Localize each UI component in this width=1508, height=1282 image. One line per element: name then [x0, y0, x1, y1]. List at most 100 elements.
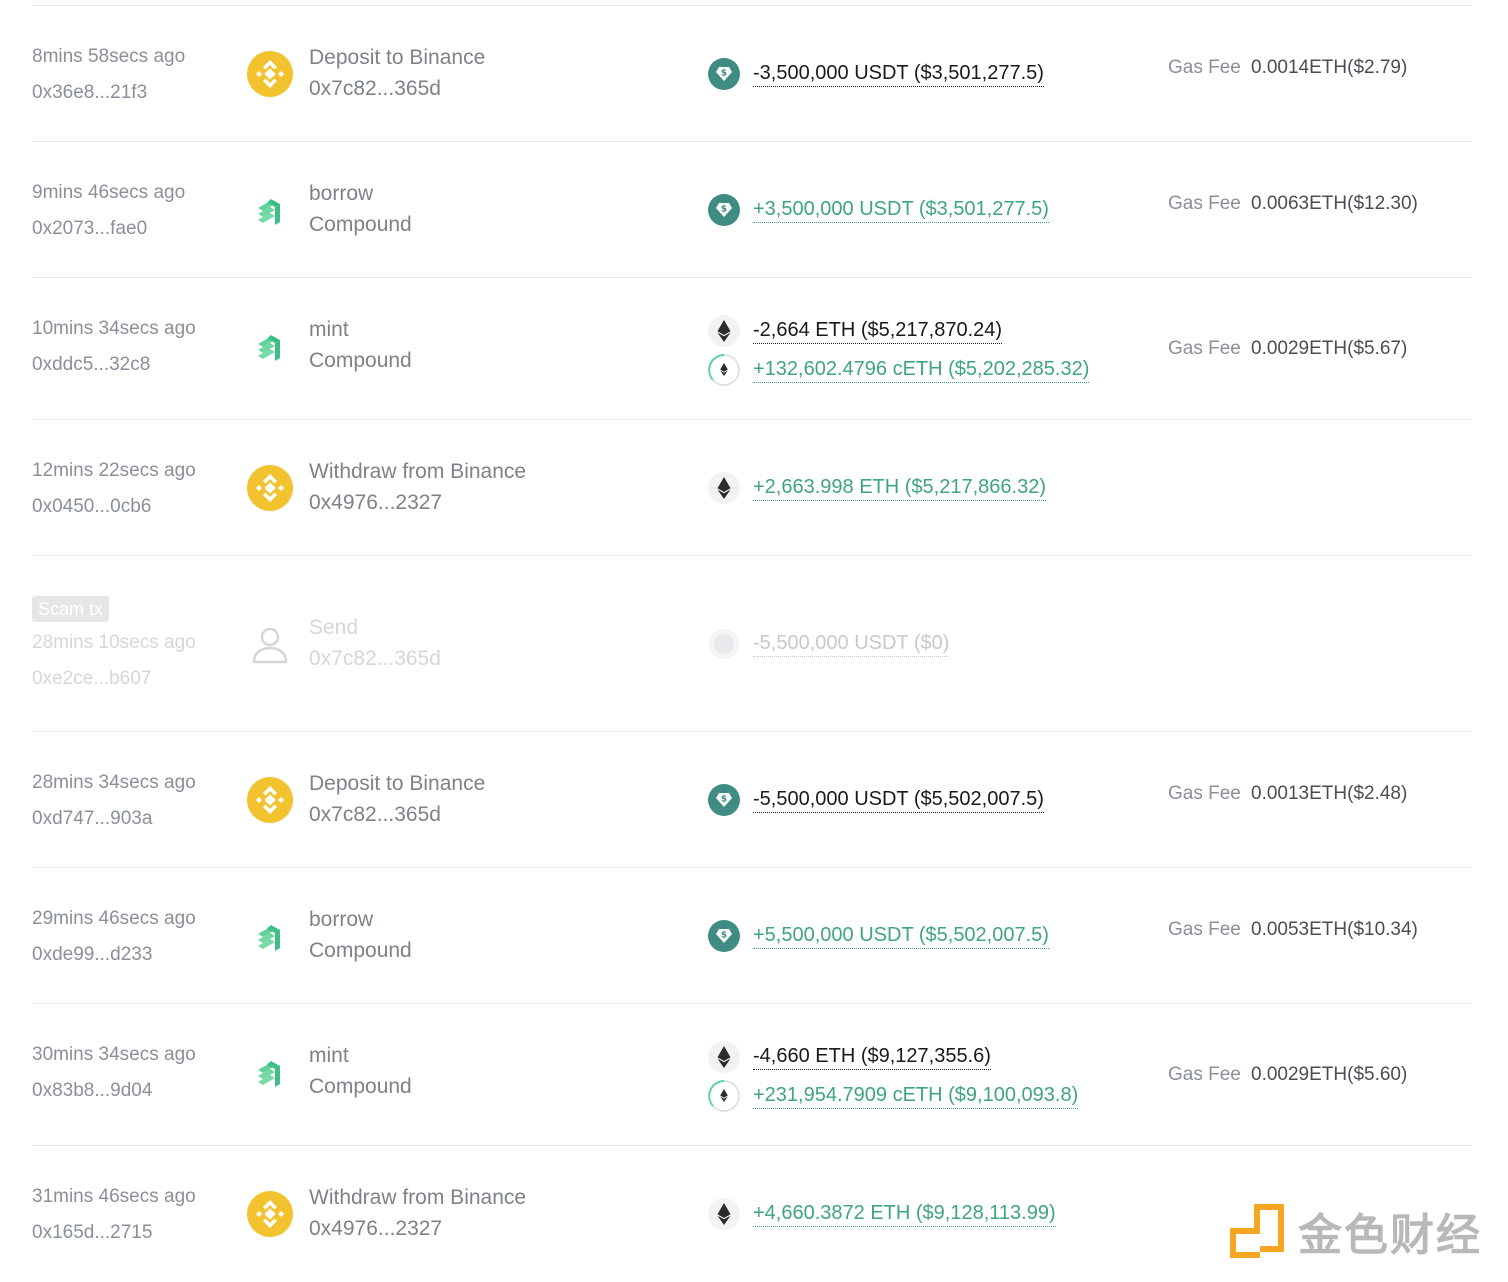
- tx-counterparty[interactable]: 0x7c82...365d: [309, 647, 441, 671]
- tx-hash-link[interactable]: 0x165d...2715: [32, 1222, 152, 1244]
- eth-icon: [708, 1041, 740, 1073]
- token-amount-value[interactable]: +5,500,000 USDT ($5,502,007.5): [753, 923, 1049, 949]
- gas-fee-value: 0.0013ETH($2.48): [1251, 783, 1408, 804]
- token-amount-value[interactable]: -3,500,000 USDT ($3,501,277.5): [753, 61, 1044, 87]
- gas-fee-value: 0.0029ETH($5.60): [1251, 1064, 1408, 1085]
- ceth-icon: [708, 354, 740, 386]
- user-icon: [252, 627, 288, 664]
- usdt-icon: $: [708, 58, 740, 90]
- eth-icon: [708, 1198, 740, 1230]
- compound-icon: [258, 1061, 280, 1087]
- tx-hash-link[interactable]: 0x0450...0cb6: [32, 496, 151, 518]
- eth-icon: [708, 472, 740, 504]
- tx-hash-link[interactable]: 0x2073...fae0: [32, 218, 147, 240]
- tx-hash-link[interactable]: 0x36e8...21f3: [32, 82, 147, 104]
- eth-icon: [708, 315, 740, 347]
- tx-hash-link[interactable]: 0xd747...903a: [32, 808, 152, 830]
- token-amount[interactable]: $ -3,500,000 USDT ($3,501,277.5): [708, 58, 1044, 90]
- ceth-icon: [708, 1080, 740, 1112]
- jinse-logo-icon: [1230, 1204, 1284, 1258]
- tx-counterparty: Compound: [309, 939, 412, 962]
- tx-action: mint: [309, 318, 349, 341]
- protocol-icon-wrap: [246, 464, 294, 512]
- gas-fee-label: Gas Fee: [1168, 57, 1241, 78]
- token-amount-value[interactable]: -4,660 ETH ($9,127,355.6): [753, 1044, 991, 1070]
- tx-action: borrow: [309, 182, 374, 205]
- tx-counterparty: Compound: [309, 1075, 412, 1098]
- gas-fee-value: 0.0053ETH($10.34): [1251, 919, 1418, 940]
- token-amount[interactable]: -5,500,000 USDT ($0): [708, 628, 950, 660]
- gas-fee-value: 0.0029ETH($5.67): [1251, 338, 1408, 359]
- tx-action: Deposit to Binance: [309, 46, 486, 69]
- gas-fee-label: Gas Fee: [1168, 919, 1241, 940]
- gas-fee-label: Gas Fee: [1168, 193, 1241, 214]
- token-amount[interactable]: $ -5,500,000 USDT ($5,502,007.5): [708, 784, 1044, 816]
- binance-icon: [247, 51, 293, 97]
- tx-counterparty: Compound: [309, 349, 412, 372]
- tx-time: 8mins 58secs ago: [32, 46, 186, 67]
- protocol-icon-wrap: [246, 1048, 294, 1096]
- tx-hash-link[interactable]: 0xe2ce...b607: [32, 668, 151, 690]
- token-amount[interactable]: -2,664 ETH ($5,217,870.24): [708, 315, 1003, 347]
- token-amount-value[interactable]: -2,664 ETH ($5,217,870.24): [753, 318, 1003, 344]
- transaction-row[interactable]: 9mins 46secs ago 0x2073...fae0 borrow Comp…: [32, 142, 1472, 278]
- protocol-icon-wrap: [246, 50, 294, 98]
- svg-text:$: $: [721, 69, 727, 79]
- token-amount-value[interactable]: +231,954.7909 cETH ($9,100,093.8): [753, 1083, 1079, 1109]
- transaction-row[interactable]: 29mins 46secs ago 0xde99...d233 borrow Com…: [32, 868, 1472, 1004]
- token-amount-value[interactable]: -5,500,000 USDT ($0): [753, 631, 950, 657]
- watermark: 金色财经: [1230, 1204, 1496, 1261]
- token-amount[interactable]: +132,602.4796 cETH ($5,202,285.32): [708, 354, 1090, 386]
- tx-time: 30mins 34secs ago: [32, 1044, 196, 1065]
- transaction-list: 8mins 58secs ago 0x36e8...21f3 Deposit to…: [32, 5, 1472, 1282]
- gas-fee-value: 0.0063ETH($12.30): [1251, 193, 1418, 214]
- tx-counterparty[interactable]: 0x7c82...365d: [309, 803, 441, 827]
- token-amount-value[interactable]: -5,500,000 USDT ($5,502,007.5): [753, 787, 1044, 813]
- gas-fee-value: 0.0014ETH($2.79): [1251, 57, 1408, 78]
- transaction-row[interactable]: 8mins 58secs ago 0x36e8...21f3 Deposit to…: [32, 6, 1472, 142]
- unknown-token-icon: [709, 629, 739, 659]
- tx-counterparty: Compound: [309, 213, 412, 236]
- transaction-row[interactable]: Scam tx 28mins 10secs ago 0xe2ce...b607 Se…: [32, 556, 1472, 732]
- binance-icon: [247, 1191, 293, 1237]
- tx-counterparty[interactable]: 0x4976...2327: [309, 1217, 442, 1241]
- token-amount-value[interactable]: +3,500,000 USDT ($3,501,277.5): [753, 197, 1049, 223]
- transaction-row[interactable]: 28mins 34secs ago 0xd747...903a Deposit t…: [32, 732, 1472, 868]
- tx-counterparty[interactable]: 0x7c82...365d: [309, 77, 441, 101]
- compound-icon: [258, 335, 280, 361]
- token-amount-value[interactable]: +4,660.3872 ETH ($9,128,113.99): [753, 1201, 1056, 1227]
- tx-hash-link[interactable]: 0xddc5...32c8: [32, 354, 150, 376]
- tx-hash-link[interactable]: 0xde99...d233: [32, 944, 152, 966]
- usdt-icon: $: [708, 784, 740, 816]
- protocol-icon-wrap: [246, 186, 294, 234]
- tx-action: Withdraw from Binance: [309, 1186, 527, 1209]
- tx-hash-link[interactable]: 0x83b8...9d04: [32, 1080, 152, 1102]
- token-amount-value[interactable]: +2,663.998 ETH ($5,217,866.32): [753, 475, 1046, 501]
- tx-time: 29mins 46secs ago: [32, 908, 196, 929]
- protocol-icon-wrap: [246, 776, 294, 824]
- token-amount-value[interactable]: +132,602.4796 cETH ($5,202,285.32): [753, 357, 1090, 383]
- tx-counterparty[interactable]: 0x4976...2327: [309, 491, 442, 515]
- transaction-row[interactable]: 10mins 34secs ago 0xddc5...32c8 mint Compo…: [32, 278, 1472, 420]
- protocol-icon-wrap: [246, 620, 294, 668]
- gas-fee-label: Gas Fee: [1168, 783, 1241, 804]
- scam-tag: Scam tx: [32, 596, 110, 622]
- token-amount[interactable]: $ +5,500,000 USDT ($5,502,007.5): [708, 920, 1049, 952]
- tx-action: mint: [309, 1044, 349, 1067]
- tx-time: 28mins 10secs ago: [32, 632, 196, 653]
- token-amount[interactable]: +4,660.3872 ETH ($9,128,113.99): [708, 1198, 1056, 1230]
- tx-time: 12mins 22secs ago: [32, 460, 196, 481]
- token-amount[interactable]: +231,954.7909 cETH ($9,100,093.8): [708, 1080, 1079, 1112]
- tx-action: Send: [309, 616, 359, 639]
- gas-fee-label: Gas Fee: [1168, 1064, 1241, 1085]
- tx-time: 31mins 46secs ago: [32, 1186, 196, 1207]
- token-amount[interactable]: +2,663.998 ETH ($5,217,866.32): [708, 472, 1046, 504]
- token-amount[interactable]: -4,660 ETH ($9,127,355.6): [708, 1041, 991, 1073]
- tx-time: 28mins 34secs ago: [32, 772, 196, 793]
- transaction-row[interactable]: 12mins 22secs ago 0x0450...0cb6 Withdraw …: [32, 420, 1472, 556]
- compound-icon: [258, 199, 280, 225]
- tx-action: borrow: [309, 908, 374, 931]
- token-amount[interactable]: $ +3,500,000 USDT ($3,501,277.5): [708, 194, 1049, 226]
- transaction-row[interactable]: 30mins 34secs ago 0x83b8...9d04 mint Compo…: [32, 1004, 1472, 1146]
- compound-icon: [258, 925, 280, 951]
